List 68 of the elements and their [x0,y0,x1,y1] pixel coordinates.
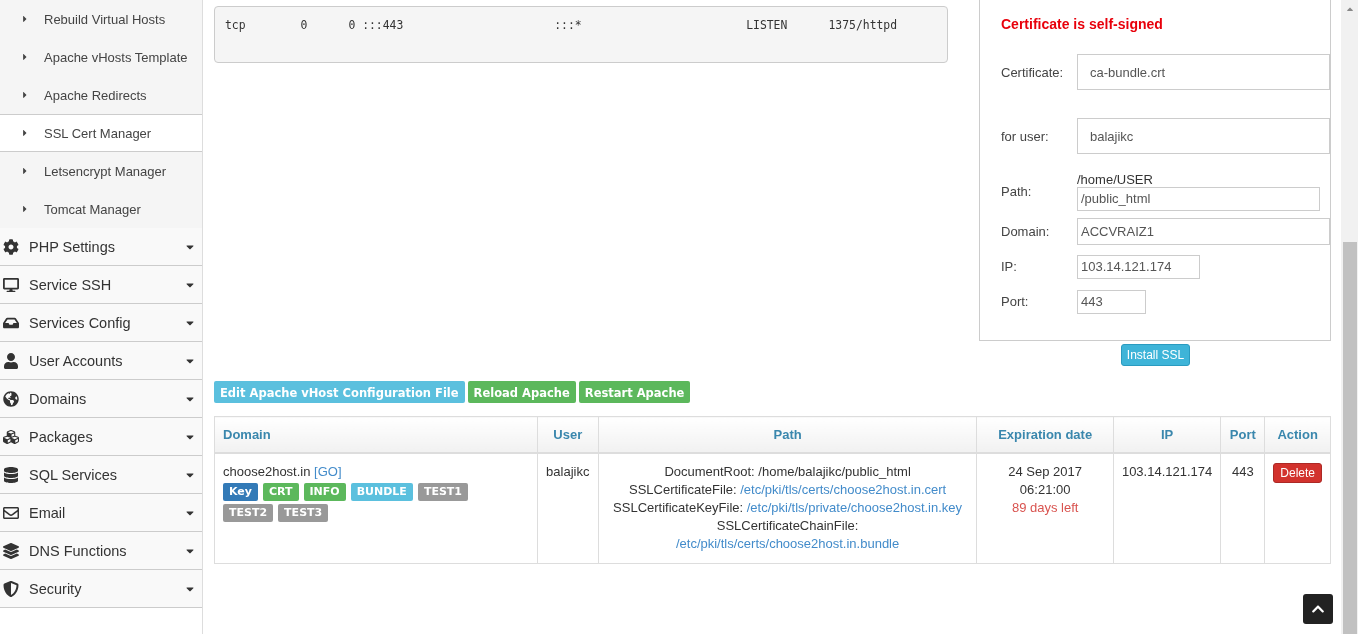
path-label: SSLCertificateChainFile: [716,517,859,533]
path-link[interactable]: /etc/pki/tls/certs/choose2host.in.bundle [675,535,900,551]
text-field[interactable]: 443 [1077,289,1146,314]
scrollbar[interactable] [1341,0,1358,634]
path-link[interactable]: /etc/pki/tls/certs/choose2host.in.cert [740,481,947,497]
table-cell: 443 [1220,452,1265,563]
menu-item[interactable]: PHP Settings [0,228,202,266]
menu-item[interactable]: Email [0,494,202,532]
file-tag[interactable]: Key [223,482,258,501]
warning-text: Certificate is self-signed [1001,16,1164,32]
delete-button[interactable]: Delete [1273,462,1322,483]
submenu-item[interactable]: Letsencrypt Manager [0,152,202,190]
menu-item[interactable]: DNS Functions [0,532,202,570]
cubes-icon [3,428,19,445]
path-prefix: /home/USER [1077,171,1154,187]
field-label: Domain: [1001,224,1051,239]
path-label: SSLCertificateKeyFile: [613,499,744,515]
field-label: Port: [1001,294,1030,309]
menu-item[interactable]: Services Config [0,304,202,342]
submenu-item[interactable]: Rebuild Virtual Hosts [0,0,202,38]
menu-item[interactable]: User Accounts [0,342,202,380]
column-header: Action [1264,416,1331,453]
expiry-date: 24 Sep 2017 [1008,463,1083,479]
menu-item[interactable]: SQL Services [0,456,202,494]
gear-icon [3,238,19,255]
table-cell: balajikc [537,452,599,563]
globe-icon [3,390,19,407]
column-header: User [537,416,599,453]
envelope-icon [3,504,19,521]
column-header: Domain [214,416,538,453]
expiry-time: 06:21:00 [1019,481,1071,497]
go-link[interactable]: [GO] [314,463,342,479]
menu-item[interactable]: Service SSH [0,266,202,304]
database-icon [3,466,19,483]
submenu-item[interactable]: SSL Cert Manager [0,114,202,152]
text-field[interactable]: balajikc [1077,118,1330,154]
path-label: SSLCertificateFile: [628,481,737,497]
column-header: Path [598,416,977,453]
menu-item[interactable]: Security [0,570,202,608]
submenu-item[interactable]: Tomcat Manager [0,190,202,228]
command-output: tcp 0 0 :::443 :::* LISTEN 1375/httpd [214,6,948,63]
path-label: DocumentRoot: [664,463,755,479]
shield-icon [3,580,19,597]
text-field[interactable]: 103.14.121.174 [1077,254,1200,279]
submenu-item[interactable]: Apache vHosts Template [0,38,202,76]
column-header: Port [1220,416,1265,453]
path-value: /home/balajikc/public_html [758,463,911,479]
scroll-top-button[interactable] [1303,594,1333,624]
menu-item[interactable]: Domains [0,380,202,418]
column-header: Expiration date [976,416,1114,453]
days-left: 89 days left [1010,498,1080,517]
domain-name: choose2host.in [223,463,311,479]
scrollbar-thumb[interactable] [1343,242,1357,634]
monitor-icon [3,276,19,293]
table-cell: 103.14.121.174 [1113,452,1221,563]
text-field[interactable]: ACCVRAIZ1 [1077,218,1330,245]
column-header: IP [1113,416,1221,453]
field-label: for user: [1001,128,1050,144]
user-icon [3,352,19,369]
field-label: Certificate: [1001,64,1065,80]
text-field[interactable]: ca-bundle.crt [1077,54,1330,90]
field-label: Path: [1001,183,1033,199]
path-link[interactable]: /etc/pki/tls/private/choose2host.in.key [746,499,963,515]
submenu-item[interactable]: Apache Redirects [0,76,202,114]
layers-icon [3,542,19,559]
menu-item[interactable]: Packages [0,418,202,456]
text-field[interactable]: /public_html [1077,186,1320,211]
field-label: IP: [1001,259,1018,274]
